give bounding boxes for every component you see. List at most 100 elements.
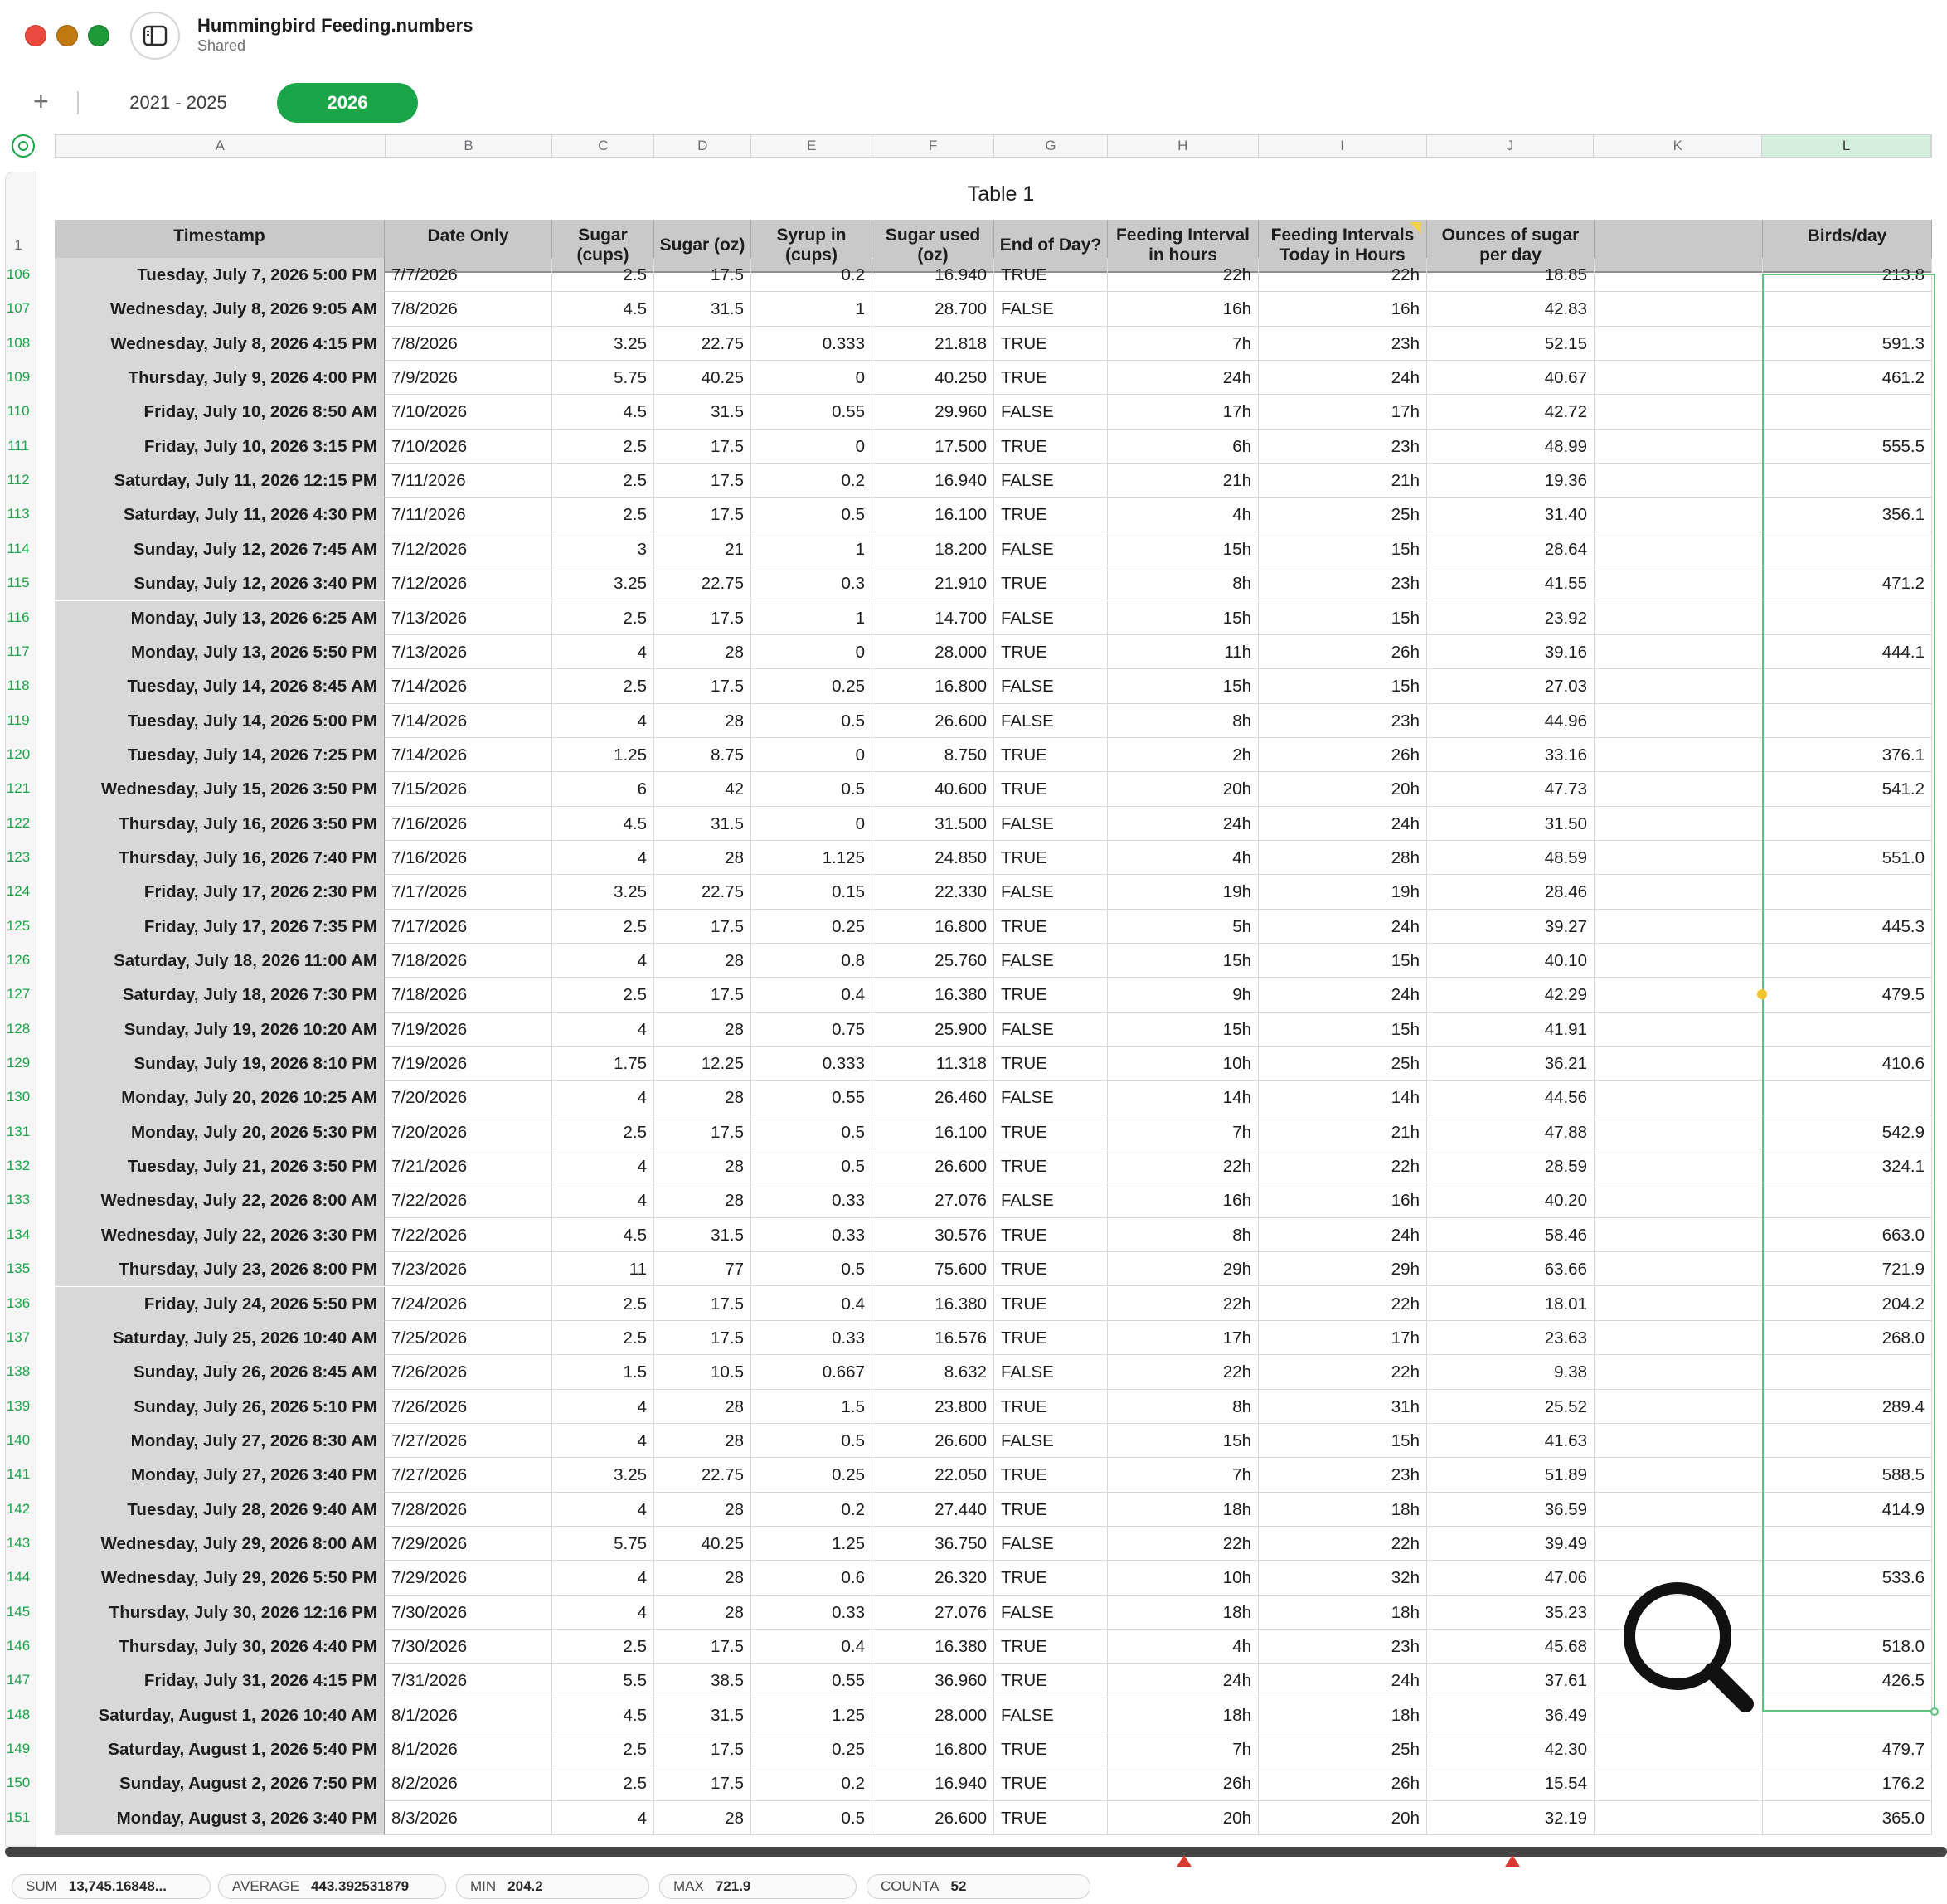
table-cell[interactable]: TRUE bbox=[994, 634, 1108, 670]
table-cell[interactable] bbox=[1763, 1183, 1932, 1218]
table-cell[interactable]: 28 bbox=[654, 1183, 751, 1218]
row-number[interactable]: 118 bbox=[0, 678, 36, 694]
table-cell[interactable]: 7/14/2026 bbox=[385, 737, 552, 773]
row-number[interactable]: 116 bbox=[0, 610, 36, 626]
table-cell[interactable]: 25.760 bbox=[872, 944, 994, 979]
table-cell[interactable]: 8/1/2026 bbox=[385, 1732, 552, 1767]
table-cell[interactable]: 4 bbox=[552, 1595, 654, 1630]
row-number[interactable]: 122 bbox=[0, 815, 36, 832]
timestamp-cell[interactable]: Tuesday, July 14, 2026 5:00 PM bbox=[55, 703, 385, 738]
timestamp-cell[interactable]: Wednesday, July 29, 2026 5:50 PM bbox=[55, 1561, 385, 1596]
table-cell[interactable]: 7/22/2026 bbox=[385, 1183, 552, 1218]
table-cell[interactable]: TRUE bbox=[994, 1492, 1108, 1527]
timestamp-cell[interactable]: Saturday, August 1, 2026 10:40 AM bbox=[55, 1698, 385, 1733]
stat-counta[interactable]: COUNTA 52 bbox=[867, 1874, 1090, 1899]
table-cell[interactable]: 24h bbox=[1259, 978, 1427, 1013]
table-cell[interactable]: 7/30/2026 bbox=[385, 1595, 552, 1630]
table-cell[interactable]: 14.700 bbox=[872, 600, 994, 635]
table-cell[interactable]: 7/27/2026 bbox=[385, 1458, 552, 1493]
table-cell[interactable]: 33.16 bbox=[1427, 737, 1595, 773]
table-cell[interactable]: 17h bbox=[1108, 395, 1259, 430]
timestamp-cell[interactable]: Saturday, July 11, 2026 12:15 PM bbox=[55, 464, 385, 498]
table-cell[interactable]: 7/22/2026 bbox=[385, 1217, 552, 1253]
table-cell[interactable]: 17h bbox=[1108, 1320, 1259, 1356]
table-cell[interactable]: 17.5 bbox=[654, 498, 751, 532]
table-cell[interactable]: 376.1 bbox=[1763, 737, 1932, 773]
table-cell[interactable]: 356.1 bbox=[1763, 498, 1932, 532]
table-cell[interactable]: 22h bbox=[1108, 1526, 1259, 1562]
table-cell[interactable]: 28 bbox=[654, 634, 751, 670]
table-cell[interactable] bbox=[1595, 1389, 1763, 1424]
table-cell[interactable]: 4h bbox=[1108, 840, 1259, 876]
warning-triangle-icon[interactable] bbox=[1505, 1855, 1520, 1867]
table-cell[interactable] bbox=[1763, 944, 1932, 979]
add-sheet-button[interactable]: + bbox=[33, 88, 49, 114]
column-header-k[interactable]: K bbox=[1594, 135, 1763, 157]
table-cell[interactable]: 5.75 bbox=[552, 361, 654, 396]
table-cell[interactable]: 7/24/2026 bbox=[385, 1286, 552, 1321]
table-cell[interactable]: 42.30 bbox=[1427, 1732, 1595, 1767]
table-cell[interactable]: 2.5 bbox=[552, 1115, 654, 1150]
table-cell[interactable]: 32.19 bbox=[1427, 1800, 1595, 1836]
table-cell[interactable]: TRUE bbox=[994, 326, 1108, 362]
row-number[interactable]: 147 bbox=[0, 1672, 36, 1688]
timestamp-cell[interactable]: Sunday, July 12, 2026 3:40 PM bbox=[55, 566, 385, 601]
table-cell[interactable]: 28.000 bbox=[872, 634, 994, 670]
table-cell[interactable]: 555.5 bbox=[1763, 429, 1932, 464]
table-cell[interactable]: 18h bbox=[1108, 1492, 1259, 1527]
table-cell[interactable]: 77 bbox=[654, 1252, 751, 1287]
table-cell[interactable]: 0.5 bbox=[751, 1252, 872, 1287]
table-cell[interactable]: 7/17/2026 bbox=[385, 875, 552, 910]
table-cell[interactable] bbox=[1595, 944, 1763, 979]
table-cell[interactable]: TRUE bbox=[994, 1664, 1108, 1698]
table-cell[interactable]: 21h bbox=[1259, 1115, 1427, 1150]
table-cell[interactable]: 24.850 bbox=[872, 840, 994, 876]
table-cell[interactable]: 26.460 bbox=[872, 1081, 994, 1115]
timestamp-cell[interactable]: Wednesday, July 29, 2026 8:00 AM bbox=[55, 1526, 385, 1562]
table-cell[interactable]: 15h bbox=[1108, 1423, 1259, 1459]
row-number[interactable]: 142 bbox=[0, 1501, 36, 1518]
table-cell[interactable]: 1 bbox=[751, 532, 872, 567]
column-header-i[interactable]: I bbox=[1259, 135, 1427, 157]
table-cell[interactable]: 16.800 bbox=[872, 1732, 994, 1767]
table-cell[interactable] bbox=[1595, 361, 1763, 396]
table-cell[interactable]: 7/20/2026 bbox=[385, 1115, 552, 1150]
table-cell[interactable]: 29h bbox=[1108, 1252, 1259, 1287]
table-cell[interactable] bbox=[1595, 875, 1763, 910]
row-number[interactable]: 119 bbox=[0, 712, 36, 729]
table-cell[interactable]: 0.5 bbox=[751, 498, 872, 532]
row-number[interactable]: 151 bbox=[0, 1809, 36, 1826]
table-cell[interactable]: 4h bbox=[1108, 1630, 1259, 1664]
table-cell[interactable]: 2h bbox=[1108, 737, 1259, 773]
table-cell[interactable]: 0.15 bbox=[751, 875, 872, 910]
table-cell[interactable]: 1.25 bbox=[751, 1698, 872, 1733]
row-number[interactable]: 114 bbox=[0, 541, 36, 557]
horizontal-scrollbar[interactable] bbox=[5, 1847, 1947, 1857]
table-cell[interactable]: 40.20 bbox=[1427, 1183, 1595, 1218]
table-cell[interactable]: 24h bbox=[1259, 806, 1427, 841]
row-number[interactable]: 148 bbox=[0, 1707, 36, 1723]
timestamp-cell[interactable]: Thursday, July 30, 2026 4:40 PM bbox=[55, 1630, 385, 1664]
row-number[interactable]: 109 bbox=[0, 369, 36, 386]
table-cell[interactable]: 2.5 bbox=[552, 1320, 654, 1356]
table-cell[interactable]: 426.5 bbox=[1763, 1664, 1932, 1698]
table-cell[interactable]: 24h bbox=[1108, 1664, 1259, 1698]
table-cell[interactable]: 39.27 bbox=[1427, 909, 1595, 944]
table-cell[interactable] bbox=[1595, 1355, 1763, 1390]
table-cell[interactable] bbox=[1595, 1732, 1763, 1767]
timestamp-cell[interactable]: Tuesday, July 7, 2026 5:00 PM bbox=[55, 258, 385, 293]
table-cell[interactable]: 35.23 bbox=[1427, 1595, 1595, 1630]
table-cell[interactable]: FALSE bbox=[994, 806, 1108, 841]
row-number[interactable]: 108 bbox=[0, 335, 36, 352]
table-cell[interactable]: 15h bbox=[1259, 532, 1427, 567]
row-number[interactable]: 137 bbox=[0, 1329, 36, 1346]
table-cell[interactable]: 42.29 bbox=[1427, 978, 1595, 1013]
table-cell[interactable]: FALSE bbox=[994, 1012, 1108, 1047]
table-cell[interactable]: 2.5 bbox=[552, 600, 654, 635]
row-number[interactable]: 121 bbox=[0, 780, 36, 797]
table-cell[interactable]: 28 bbox=[654, 1423, 751, 1459]
table-cell[interactable]: 19.36 bbox=[1427, 464, 1595, 498]
minimize-window-button[interactable] bbox=[56, 25, 78, 46]
table-cell[interactable]: 14h bbox=[1108, 1081, 1259, 1115]
table-cell[interactable]: 2.5 bbox=[552, 1630, 654, 1664]
